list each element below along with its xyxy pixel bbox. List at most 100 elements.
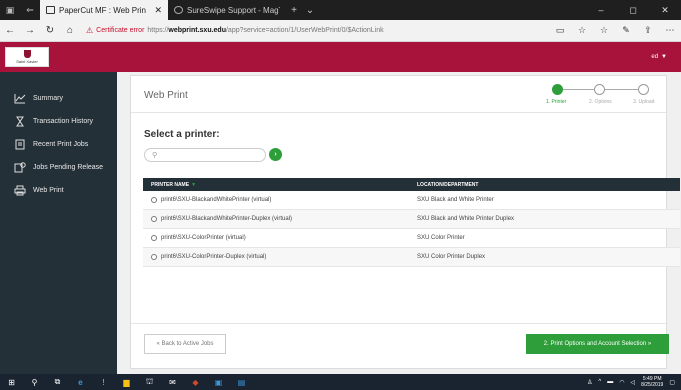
printer-radio[interactable] [151,216,157,222]
address-bar-actions: ▭ ☆ ☆ ✎ ⇪ ⋯ [549,25,681,36]
panel-header: Web Print 1. Printer 2. Options 3. Uploa… [131,76,666,113]
sidebar-item-recent-print-jobs[interactable]: Recent Print Jobs [0,133,117,156]
printer-search-box[interactable]: ⚲ [144,148,266,162]
home-icon[interactable]: ⌂ [60,20,80,42]
web-print-panel: Web Print 1. Printer 2. Options 3. Uploa… [130,75,680,369]
sidebar-item-label: Web Print [33,187,64,194]
step-connector [562,89,594,90]
step-2-label: 2. Options [589,99,612,105]
sidebar-item-label: Summary [33,95,63,102]
new-tab-icon[interactable]: + [286,5,302,16]
printer-search-input[interactable] [161,151,262,159]
edge-browser-icon[interactable]: e [69,374,92,390]
printer-name: print6\SXU-BlackandWhitePrinter (virtual… [161,197,272,203]
minimize-button[interactable]: – [585,0,617,20]
back-to-active-jobs-button[interactable]: « Back to Active Jobs [144,334,226,354]
step-1-label: 1. Printer [546,99,567,105]
tab-back-icon[interactable]: ⇐ [20,0,40,20]
chart-icon [14,93,26,104]
refresh-icon[interactable]: ↻ [40,20,60,42]
column-header-location[interactable]: LOCATION/DEPARTMENT [417,182,680,188]
share-icon[interactable]: ⇪ [637,25,659,36]
mail-icon[interactable]: ✉ [161,374,184,390]
wizard-steps: 1. Printer 2. Options 3. Upload [546,84,666,110]
sidebar-item-label: Jobs Pending Release [33,164,104,171]
printer-radio[interactable] [151,235,157,241]
shield-icon [23,50,31,58]
app-icon[interactable]: ▤ [230,374,253,390]
favorites-hub-icon[interactable]: ☆ [593,25,615,36]
sidebar-item-summary[interactable]: Summary [0,87,117,110]
sidebar-item-label: Transaction History [33,118,94,125]
tab-title: PaperCut MF : Web Prin [59,5,146,15]
maximize-button[interactable]: ◻ [617,0,649,20]
warning-icon: ⚠ [86,26,94,35]
url-protocol: https:// [147,27,169,34]
globe-icon [174,6,183,14]
printer-radio[interactable] [151,254,157,260]
column-header-printer-name[interactable]: PRINTER NAME ▼ [143,182,417,188]
table-row[interactable]: print6\SXU-BlackandWhitePrinter-Duplex (… [143,210,680,229]
network-icon[interactable]: ▬ [607,379,613,385]
close-tab-icon[interactable]: ✕ [154,5,162,16]
url-field[interactable]: ⚠ Certificate error https://webprint.sxu… [80,23,549,39]
sidebar-item-jobs-pending-release[interactable]: Jobs Pending Release [0,156,117,179]
tab-actions-icon[interactable]: ▣ [0,0,20,20]
print-options-button[interactable]: 2. Print Options and Account Selection » [526,334,669,354]
step-3-label: 3. Upload [633,99,655,105]
printer-radio[interactable] [151,197,157,203]
printer-icon [14,185,26,196]
volume-icon[interactable]: ◁ [630,379,635,386]
step-3-indicator [638,84,649,95]
page-icon [46,6,55,14]
sort-icon: ▼ [191,181,197,188]
close-window-button[interactable]: ✕ [649,0,681,20]
search-go-button[interactable]: › [269,148,282,161]
taskbar: ⊞ ⚲ ⧉ e ! ▆ ⛫ ✉ ◆ ▣ ▤ ♙ ^ ▬ ◠ ◁ 5:49 PM … [0,374,681,390]
app-icon[interactable]: ! [92,374,115,390]
printer-location: SXU Color Printer Duplex [417,254,486,260]
table-row[interactable]: print6\SXU-ColorPrinter (virtual) SXU Co… [143,229,680,248]
printer-table: PRINTER NAME ▼ LOCATION/DEPARTMENT print… [143,178,680,267]
search-icon[interactable]: ⚲ [23,374,46,390]
notification-icon[interactable]: ▢ [669,379,675,386]
reading-view-icon[interactable]: ▭ [549,25,571,36]
document-icon [14,139,26,150]
forward-arrow-icon[interactable]: → [20,20,40,42]
pen-icon[interactable]: ✎ [615,25,637,36]
sidebar-item-transaction-history[interactable]: Transaction History [0,110,117,133]
people-icon[interactable]: ♙ [587,379,592,386]
store-icon[interactable]: ⛫ [138,374,161,390]
app-icon[interactable]: ◆ [184,374,207,390]
browser-tab-papercut[interactable]: PaperCut MF : Web Prin ✕ [40,0,168,20]
browser-tab-sureswipe[interactable]: SureSwipe Support - MagTe [168,0,286,20]
printer-location: SXU Black and White Printer [417,197,494,203]
windows-start-icon[interactable]: ⊞ [0,374,23,390]
sidebar-item-web-print[interactable]: Web Print [0,179,117,202]
url-host: webprint.sxu.edu [168,27,226,34]
pending-icon [14,162,26,173]
clock[interactable]: 5:49 PM 8/25/2019 [641,376,663,388]
back-arrow-icon[interactable]: ← [0,20,20,42]
chevron-down-icon[interactable]: ⌄ [302,5,318,16]
people-icon[interactable]: ▣ [207,374,230,390]
more-icon[interactable]: ⋯ [659,25,681,36]
file-explorer-icon[interactable]: ▆ [115,374,138,390]
certificate-error-label[interactable]: Certificate error [96,27,144,34]
printer-location: SXU Color Printer [417,235,465,241]
favorite-star-icon[interactable]: ☆ [571,25,593,36]
table-row[interactable]: print6\SXU-ColorPrinter-Duplex (virtual)… [143,248,680,267]
user-name: ed [651,54,659,60]
task-view-icon[interactable]: ⧉ [46,374,69,390]
page-title: Web Print [144,90,188,101]
university-logo[interactable]: Saint Xavier [5,47,49,67]
user-menu[interactable]: ed ▼ [651,54,667,60]
tab-title: SureSwipe Support - MagTe [187,5,280,15]
clock-date: 8/25/2019 [641,382,664,388]
table-header: PRINTER NAME ▼ LOCATION/DEPARTMENT [143,178,680,191]
chevron-up-icon[interactable]: ^ [598,379,601,385]
wifi-icon[interactable]: ◠ [619,379,624,386]
printer-location: SXU Black and White Printer Duplex [417,216,515,222]
table-row[interactable]: print6\SXU-BlackandWhitePrinter (virtual… [143,191,680,210]
browser-tab-bar: ▣ ⇐ PaperCut MF : Web Prin ✕ SureSwipe S… [0,0,681,20]
